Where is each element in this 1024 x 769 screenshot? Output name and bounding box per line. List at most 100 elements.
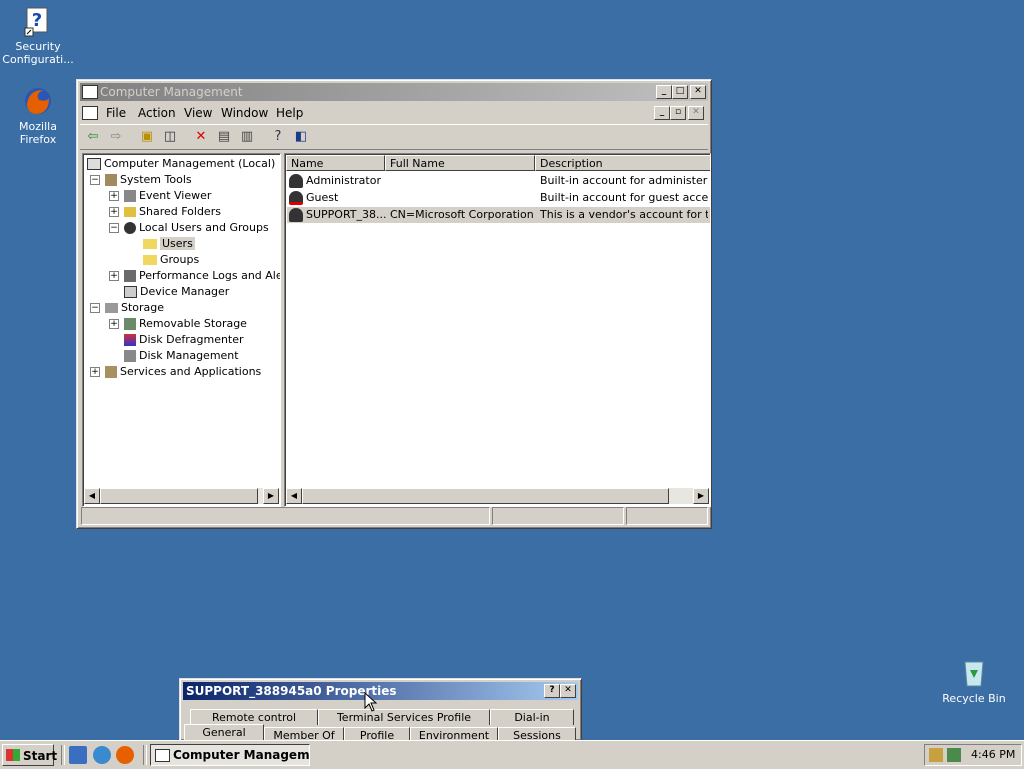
tree-item-system-tools[interactable]: System Tools [105, 172, 192, 188]
folder-open-icon [143, 239, 157, 249]
disabled-user-icon [289, 191, 303, 205]
expand-icon[interactable]: + [109, 319, 119, 329]
tab-environment[interactable]: Environment [410, 727, 498, 740]
performance-icon [124, 270, 136, 282]
back-arrow-icon[interactable]: ⇦ [84, 128, 102, 146]
quicklaunch-separator [61, 745, 65, 765]
scroll-right-arrow-icon[interactable]: ▶ [263, 488, 279, 504]
collapse-icon[interactable]: − [90, 175, 100, 185]
firefox-icon[interactable] [116, 746, 134, 764]
user-icon [289, 174, 303, 188]
show-desktop-icon[interactable] [69, 746, 87, 764]
help-button[interactable]: ? [544, 684, 560, 698]
computer-icon [82, 85, 98, 99]
dialog-titlebar[interactable]: SUPPORT_388945a0 Properties ? ✕ [183, 682, 578, 700]
tree-pane[interactable]: Computer Management (Local) − System Too… [82, 153, 281, 507]
child-minimize-button[interactable]: _ [654, 106, 670, 120]
tree-item-shared-folders[interactable]: Shared Folders [124, 204, 221, 220]
collapse-icon[interactable]: − [109, 223, 119, 233]
close-button[interactable]: ✕ [690, 85, 706, 99]
scroll-left-arrow-icon[interactable]: ◀ [84, 488, 100, 504]
desktop-icon-firefox[interactable]: Mozilla Firefox [0, 84, 76, 146]
taskbar-item-computer-management[interactable]: Computer Manageme... [150, 744, 310, 766]
expand-icon[interactable]: + [90, 367, 100, 377]
clock[interactable]: 4:46 PM [971, 748, 1015, 761]
menu-file[interactable]: File [106, 106, 126, 120]
tree-item-groups[interactable]: Groups [143, 252, 199, 268]
computer-icon [87, 158, 101, 170]
list-horizontal-scrollbar[interactable]: ◀ ▶ [286, 488, 709, 504]
column-header-description[interactable]: Description [535, 155, 710, 171]
tray-network-icon[interactable] [947, 748, 961, 762]
user-description: Built-in account for administering th [540, 174, 708, 187]
list-pane[interactable]: Name Full Name Description Administrator… [284, 153, 711, 507]
disk-management-icon [124, 350, 136, 362]
tree-item-performance-logs[interactable]: Performance Logs and Alerts [124, 268, 280, 284]
tab-sessions[interactable]: Sessions [498, 727, 576, 740]
up-folder-icon[interactable]: ▣ [138, 128, 156, 146]
tab-terminal-services-profile[interactable]: Terminal Services Profile [318, 709, 490, 725]
menu-view[interactable]: View [184, 106, 212, 120]
tree-item-users[interactable]: Users [143, 236, 195, 252]
scroll-thumb[interactable] [302, 488, 669, 504]
tree-item-disk-defragmenter[interactable]: Disk Defragmenter [124, 332, 244, 348]
removable-storage-icon [124, 318, 136, 330]
column-header-full-name[interactable]: Full Name [385, 155, 535, 171]
expand-icon[interactable]: + [109, 191, 119, 201]
menu-help[interactable]: Help [276, 106, 303, 120]
child-close-button[interactable]: ✕ [688, 106, 704, 120]
start-button[interactable]: Start [2, 744, 57, 766]
properties-icon[interactable]: ▤ [215, 128, 233, 146]
tab-remote-control[interactable]: Remote control [190, 709, 318, 725]
user-name: Guest [306, 191, 339, 204]
tree-item-storage[interactable]: Storage [105, 300, 164, 316]
system-tray: 4:46 PM [924, 744, 1022, 766]
list-row-support[interactable]: SUPPORT_38... CN=Microsoft Corporation..… [287, 207, 710, 223]
refresh-icon[interactable]: ▥ [238, 128, 256, 146]
close-button[interactable]: ✕ [560, 684, 576, 698]
expand-icon[interactable]: + [109, 207, 119, 217]
tree-item-event-viewer[interactable]: Event Viewer [124, 188, 211, 204]
user-name: Administrator [306, 174, 381, 187]
window-titlebar[interactable]: Computer Management _ □ ✕ [80, 83, 708, 101]
tree-horizontal-scrollbar[interactable]: ◀ ▶ [84, 488, 279, 504]
show-hide-tree-icon[interactable]: ◫ [161, 128, 179, 146]
tree-item-disk-management[interactable]: Disk Management [124, 348, 239, 364]
show-description-icon[interactable]: ◧ [292, 128, 310, 146]
internet-explorer-icon[interactable] [93, 746, 111, 764]
desktop-icon-security-config[interactable]: ? Security Configurati... [0, 4, 76, 66]
user-description: Built-in account for guest access to [540, 191, 708, 204]
computer-management-window: Computer Management _ □ ✕ File Action Vi… [76, 79, 712, 529]
delete-icon[interactable]: ✕ [192, 128, 210, 146]
tree-item-device-manager[interactable]: Device Manager [124, 284, 229, 300]
scroll-thumb[interactable] [100, 488, 258, 504]
child-restore-button[interactable]: ▫ [670, 106, 686, 120]
tree-item-local-users-groups[interactable]: Local Users and Groups [124, 220, 269, 236]
list-row-guest[interactable]: Guest Built-in account for guest access … [287, 190, 710, 206]
recycle-bin-icon [957, 656, 991, 690]
forward-arrow-icon[interactable]: ⇨ [107, 128, 125, 146]
menu-action[interactable]: Action [138, 106, 176, 120]
maximize-button[interactable]: □ [672, 85, 688, 99]
tree-item-services-applications[interactable]: Services and Applications [105, 364, 261, 380]
desktop-icon-recycle-bin[interactable]: Recycle Bin [936, 656, 1012, 705]
tab-dial-in[interactable]: Dial-in [490, 709, 574, 725]
taskbar: Start Computer Manageme... 4:46 PM [0, 740, 1024, 769]
tab-general[interactable]: General [184, 724, 264, 740]
collapse-icon[interactable]: − [90, 303, 100, 313]
scroll-left-arrow-icon[interactable]: ◀ [286, 488, 302, 504]
scroll-right-arrow-icon[interactable]: ▶ [693, 488, 709, 504]
list-row-administrator[interactable]: Administrator Built-in account for admin… [287, 173, 710, 189]
tree-item-computer-management[interactable]: Computer Management (Local) [87, 156, 275, 172]
help-icon[interactable]: ? [269, 128, 287, 146]
tray-security-icon[interactable] [929, 748, 943, 762]
tab-member-of[interactable]: Member Of [264, 727, 344, 740]
tab-profile[interactable]: Profile [344, 727, 410, 740]
column-header-name[interactable]: Name [286, 155, 385, 171]
window-title: Computer Management [100, 85, 243, 99]
menu-window[interactable]: Window [221, 106, 268, 120]
minimize-button[interactable]: _ [656, 85, 672, 99]
tree-item-removable-storage[interactable]: Removable Storage [124, 316, 247, 332]
expand-icon[interactable]: + [109, 271, 119, 281]
mouse-cursor-icon [364, 691, 378, 712]
